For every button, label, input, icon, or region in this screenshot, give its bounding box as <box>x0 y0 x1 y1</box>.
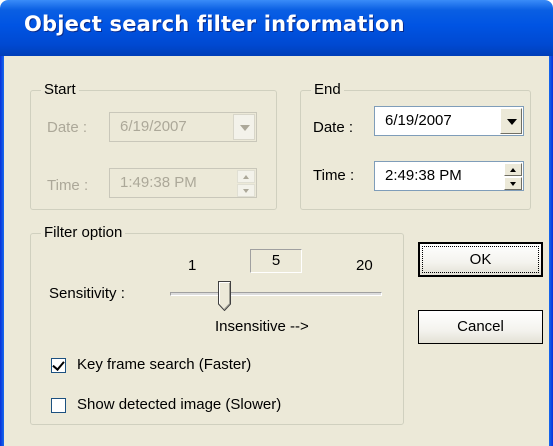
start-time-spinner <box>237 170 255 197</box>
arrow-down-icon <box>510 182 516 186</box>
ok-button-label: OK <box>469 251 492 268</box>
window-frame-left <box>0 56 4 446</box>
slider-max-label: 20 <box>356 257 373 274</box>
start-date-dropdown-button <box>233 114 255 140</box>
end-date-label: Date : <box>313 119 354 136</box>
end-date-value: 6/19/2007 <box>385 112 452 129</box>
start-time-label: Time : <box>47 177 89 194</box>
start-date-picker: 6/19/2007 <box>109 112 257 142</box>
filter-option-group-title: Filter option <box>41 224 126 242</box>
key-frame-label[interactable]: Key frame search (Faster) <box>77 356 251 374</box>
slider-value-box: 5 <box>250 249 302 273</box>
end-date-dropdown-button[interactable] <box>500 108 522 134</box>
cancel-button[interactable]: Cancel <box>418 310 543 344</box>
end-time-value: 2:49:38 PM <box>385 167 462 184</box>
end-group-title: End <box>311 81 344 99</box>
slider-thumb-icon <box>218 281 231 312</box>
title-bar[interactable]: Object search filter information <box>0 0 553 56</box>
spin-up-button <box>237 170 255 183</box>
start-group-title: Start <box>41 81 79 99</box>
start-time-value: 1:49:38 PM <box>120 174 197 191</box>
key-frame-checkbox[interactable] <box>51 358 66 373</box>
spin-up-button[interactable] <box>504 163 522 176</box>
sensitivity-slider-track[interactable] <box>170 292 382 296</box>
spin-down-button <box>237 184 255 197</box>
slider-hint-label: Insensitive --> <box>215 318 309 335</box>
slider-min-label: 1 <box>188 257 197 274</box>
ok-button[interactable]: OK <box>418 242 543 277</box>
chevron-down-icon <box>240 125 250 131</box>
end-time-label: Time : <box>313 167 355 184</box>
dialog-window: Object search filter information Start D… <box>0 0 553 446</box>
start-time-picker: 1:49:38 PM <box>109 168 257 198</box>
spin-down-button[interactable] <box>504 177 522 190</box>
start-date-value: 6/19/2007 <box>120 118 187 135</box>
show-image-label[interactable]: Show detected image (Slower) <box>77 396 281 414</box>
end-date-picker[interactable]: 6/19/2007 <box>374 106 524 136</box>
cancel-button-label: Cancel <box>457 318 504 335</box>
dialog-title: Object search filter information <box>24 12 405 36</box>
start-date-label: Date : <box>47 119 88 136</box>
end-time-spinner[interactable] <box>504 163 522 190</box>
sensitivity-label: Sensitivity : <box>49 285 125 302</box>
arrow-up-icon <box>243 175 249 179</box>
window-frame-right <box>549 56 553 446</box>
chevron-down-icon <box>507 119 517 125</box>
slider-value: 5 <box>271 252 281 269</box>
show-image-checkbox[interactable] <box>51 398 66 413</box>
end-time-picker[interactable]: 2:49:38 PM <box>374 161 524 191</box>
arrow-down-icon <box>243 189 249 193</box>
arrow-up-icon <box>510 168 516 172</box>
sensitivity-slider-thumb[interactable] <box>218 281 231 312</box>
